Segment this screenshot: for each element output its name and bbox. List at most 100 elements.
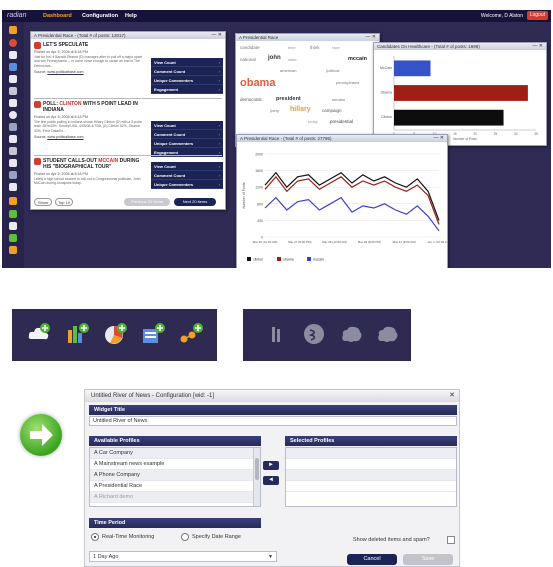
save-button[interactable]: Save (403, 554, 453, 565)
nav-dashboard[interactable]: Dashboard (43, 13, 72, 19)
cloud-word[interactable]: party (270, 108, 279, 113)
add-bar-chart-icon[interactable] (64, 321, 90, 347)
cloud-word[interactable]: candidate (240, 45, 260, 50)
cloud-word[interactable]: campaign (322, 108, 342, 113)
cloud-word[interactable]: time (288, 45, 296, 50)
news-headline[interactable]: POLL: CLINTON WITH 5 POINT LEAD IN INDIA… (43, 101, 138, 113)
close-icon[interactable]: ✕ (449, 390, 455, 402)
window-controls[interactable]: — ✕ (211, 32, 222, 39)
logout-button[interactable]: Logout (526, 11, 548, 20)
news-headline[interactable]: STUDENT CALLS-OUT MCCAIN DURING HIS "BIO… (43, 158, 139, 170)
cloud-word[interactable]: democratic (240, 97, 262, 102)
realtime-radio[interactable] (91, 533, 99, 541)
cloud-word[interactable]: obama (240, 77, 275, 89)
cloud-add-icon[interactable] (9, 222, 17, 230)
view-count-button[interactable]: View Count (151, 162, 223, 171)
period-select[interactable]: 1 Day Ago ▼ (89, 551, 277, 562)
add-pie-chart-icon[interactable] (102, 321, 128, 347)
comment-count-button[interactable]: Comment Count (151, 67, 223, 76)
cloud-word[interactable]: presidential (330, 119, 353, 124)
show-select[interactable]: Show (34, 198, 52, 206)
profile-option[interactable]: A Presidential Race (90, 481, 260, 492)
nav-help[interactable]: Help (125, 13, 137, 19)
list-icon[interactable] (9, 75, 17, 83)
stat-menu: View Count Comment Count Unique Commente… (151, 121, 223, 157)
view-count-button[interactable]: View Count (151, 121, 223, 130)
show-deleted-checkbox[interactable] (447, 536, 455, 544)
cloud-word[interactable]: hillary (290, 106, 311, 113)
news-headline[interactable]: LET'S SPECULATE (43, 42, 88, 48)
scrollbar-thumb[interactable] (255, 458, 259, 480)
cloud-word[interactable]: american (280, 68, 296, 73)
next-page-button[interactable]: Next 20 items (174, 198, 216, 206)
cloud-widget-icon[interactable] (9, 51, 17, 59)
source-link[interactable]: www.politicalbase.com (47, 135, 83, 139)
cloud-disabled-icon (378, 326, 398, 342)
filter-icon[interactable] (9, 135, 17, 143)
cloud-word[interactable]: political (326, 68, 339, 73)
widget-title-input[interactable]: Untitled River of News (89, 416, 457, 426)
home-icon[interactable] (9, 26, 17, 34)
unique-commenters-button[interactable]: Unique Commenters (151, 76, 223, 85)
cloud-word[interactable]: think (310, 45, 320, 50)
cloud-word[interactable]: mccain (348, 56, 367, 62)
window-controls[interactable]: — ✕ (532, 43, 543, 50)
cloud-word[interactable]: john (268, 55, 281, 61)
available-profiles-list[interactable]: A Car Company A Mainstream news example … (89, 447, 261, 507)
news-item[interactable]: POLL: CLINTON WITH 5 POINT LEAD IN INDIA… (34, 101, 146, 139)
document-icon[interactable] (9, 63, 17, 71)
cloud-word[interactable]: senator (332, 97, 345, 102)
top-select[interactable]: Top 10 (55, 198, 73, 206)
window-controls[interactable]: — ✕ (365, 34, 376, 41)
chart-icon[interactable] (9, 123, 17, 131)
engagement-button[interactable]: Engagement (151, 85, 223, 94)
folder-icon[interactable] (9, 197, 17, 205)
comment-count-button[interactable]: Comment Count (151, 130, 223, 139)
settings-icon[interactable] (9, 183, 17, 191)
comment-count-button[interactable]: Comment Count (151, 171, 223, 180)
add-network-icon[interactable] (178, 321, 204, 347)
alert-icon[interactable] (9, 39, 17, 47)
cloud-word[interactable]: national (240, 57, 256, 62)
unique-commenters-button[interactable]: Unique Commenters (151, 139, 223, 148)
profile-option[interactable]: A Mainstream news example (90, 459, 260, 470)
news-item[interactable]: LET'S SPECULATE Posted on Apr 5, 2008 at… (34, 42, 146, 74)
add-list-icon[interactable] (140, 321, 166, 347)
list-scrollbar[interactable] (253, 448, 260, 506)
cloud-word[interactable]: pennsylvania (336, 80, 359, 85)
remove-profile-button[interactable]: ◄ (263, 476, 279, 485)
profile-option[interactable]: A Car Company (90, 448, 260, 459)
profile-option[interactable]: A Phone Company (90, 470, 260, 481)
cancel-button[interactable]: Cancel (347, 554, 397, 565)
bookmark-icon[interactable] (9, 99, 17, 107)
y-tick-label: 400 (257, 219, 263, 223)
y-tick-label: 2000 (255, 153, 263, 157)
cloud-word[interactable]: race (332, 45, 340, 50)
source-link[interactable]: www.politicalbase.com (47, 70, 83, 74)
welcome-text: Welcome, D Alston (480, 13, 523, 19)
cloud-word[interactable]: today (308, 119, 318, 124)
comment-icon[interactable] (9, 147, 17, 155)
share-icon[interactable] (9, 246, 17, 254)
globe-icon[interactable] (9, 111, 17, 119)
chevron-down-icon[interactable]: ▼ (268, 552, 273, 562)
nav-configuration[interactable]: Configuration (82, 13, 118, 19)
profile-icon[interactable] (9, 87, 17, 95)
user-icon[interactable] (9, 159, 17, 167)
news-item[interactable]: STUDENT CALLS-OUT MCCAIN DURING HIS "BIO… (34, 158, 146, 186)
unique-commenters-button[interactable]: Unique Commenters (151, 180, 223, 189)
cloud-word[interactable]: president (276, 96, 301, 102)
selected-profiles-list[interactable] (285, 447, 457, 507)
previous-page-button[interactable]: Previous 20 items (124, 198, 170, 206)
add-icon[interactable] (9, 210, 17, 218)
tag-icon[interactable] (9, 234, 17, 242)
mail-icon[interactable] (9, 171, 17, 179)
profile-option[interactable]: A Richard demo (90, 492, 260, 503)
window-controls[interactable]: — ✕ (433, 135, 444, 142)
stat-menu: View Count Comment Count Unique Commente… (151, 162, 223, 189)
add-profile-button[interactable]: ► (263, 461, 279, 470)
add-cloud-icon[interactable] (26, 321, 52, 347)
view-count-button[interactable]: View Count (151, 58, 223, 67)
cloud-word[interactable]: state (288, 57, 297, 62)
date-range-radio[interactable] (181, 533, 189, 541)
